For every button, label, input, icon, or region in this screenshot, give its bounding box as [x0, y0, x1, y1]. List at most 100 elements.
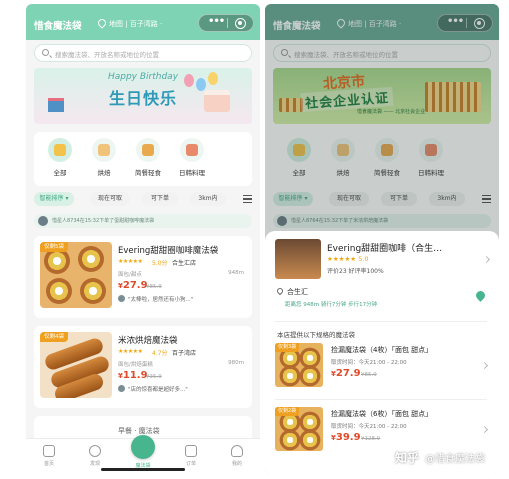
filter-sort[interactable]: 智能排序 ▾ [34, 192, 74, 206]
reviewer-avatar [118, 385, 125, 392]
donut-image [299, 429, 321, 451]
banner-subtitle: Happy Birthday [107, 72, 179, 82]
close-target-icon[interactable] [235, 18, 246, 29]
price-value: 27.9 [122, 280, 148, 291]
watermark-user: @惜食魔法袋 [425, 454, 485, 465]
app-title: 惜食魔法袋 [34, 21, 82, 32]
bottom-tab-bar: 首页 发现 魔法袋 订单 我的 [26, 435, 260, 474]
star-glyphs: ★★★★★ [327, 255, 357, 263]
home-indicator [101, 468, 185, 471]
capsule-divider [227, 18, 228, 28]
review-snippet: "店的惊喜都是超好多..." [118, 385, 188, 393]
shop-category: 面包/甜点 [118, 272, 142, 278]
home-screen: 惜食魔法袋 地图 | 百子湾路 · ••• 搜索魔法袋、开放名称或地位的位置 H… [26, 4, 260, 474]
gift-icon [48, 98, 64, 112]
price: ¥11.9 [118, 370, 148, 381]
magic-bag-icon [131, 435, 155, 459]
search-icon [42, 49, 49, 56]
shop-card[interactable]: 仅剩5袋 Evering甜甜圈咖啡魔法袋 ★★★★★ 5.0分 合生汇店 面包/… [34, 236, 252, 318]
divider [275, 399, 487, 400]
bag-name: 捡漏魔法袋（6枚）「面包 甜点」 [331, 410, 433, 418]
filter-available-now[interactable]: 现在可取 [90, 192, 130, 206]
donut-image [299, 365, 321, 387]
rating-score: 5.0分 [152, 260, 168, 267]
shop-area: 合生汇店 [172, 260, 197, 267]
shop-name: Evering甜甜圈咖啡魔法袋 [118, 246, 219, 256]
shop-photo [275, 239, 321, 279]
more-button[interactable]: ••• [208, 16, 225, 27]
gear-icon [89, 445, 101, 457]
category-bakery[interactable]: 烘焙 [84, 138, 124, 177]
price: ¥27.9 [331, 368, 361, 379]
shop-address[interactable]: 合生汇 [275, 286, 308, 297]
chevron-right-icon [480, 361, 489, 370]
birthday-banner[interactable]: Happy Birthday 生日快乐 [34, 68, 252, 124]
filter-orderable[interactable]: 可下单 [142, 192, 178, 206]
location-selector[interactable]: 地图 | 百子湾路 · [96, 17, 162, 29]
shop-name: Evering甜甜圈咖啡（合生… [327, 244, 443, 254]
header: 惜食魔法袋 地图 | 百子湾路 · ••• [26, 4, 260, 40]
pickup-time: 取货时间：今天21:00 - 22:00 [331, 360, 407, 366]
avatar [38, 216, 48, 226]
chevron-right-icon[interactable] [482, 255, 491, 264]
shop-name: 米浓烘焙魔法袋 [118, 336, 178, 346]
menu-icon[interactable] [243, 195, 252, 203]
tab-discover[interactable]: 发现 [80, 445, 110, 467]
tab-magic-bag[interactable]: 魔法袋 [128, 435, 158, 469]
category-bar: 全部 烘焙 简餐轻食 日韩料理 [34, 132, 252, 186]
bag-icon [48, 138, 72, 162]
bowl-icon [136, 138, 160, 162]
balloon-icon [208, 72, 218, 85]
balloon-icon [196, 78, 206, 91]
category-all[interactable]: 全部 [40, 138, 80, 177]
stock-badge: 仅剩5袋 [40, 242, 68, 252]
watermark: 知乎 @惜食魔法袋 [395, 449, 485, 466]
address-text: 合生汇 [287, 288, 308, 296]
shop-card[interactable]: 仅剩4袋 米浓烘焙魔法袋 ★★★★★ 4.7分 百子湾店 面包/烘焙蛋糕 980… [34, 326, 252, 408]
shop-distance: 948m [228, 270, 244, 276]
balloon-icon [184, 74, 194, 87]
cake-icon [204, 90, 230, 112]
price-value: 27.9 [335, 368, 361, 379]
location-pin-icon [275, 286, 285, 296]
reviewer-avatar [118, 295, 125, 302]
stock-badge: 仅剩3袋 [275, 343, 300, 352]
shop-area: 百子湾店 [172, 350, 197, 357]
search-input[interactable]: 搜索魔法袋、开放名称或地位的位置 [34, 44, 252, 62]
category-label: 烘焙 [97, 169, 111, 177]
filter-bar: 智能排序 ▾ 现在可取 可下单 3km内 [32, 192, 254, 208]
profile-icon [231, 445, 243, 457]
donut-image [46, 278, 72, 304]
review-text: "店的惊喜都是超好多..." [128, 387, 188, 393]
tab-home[interactable]: 首页 [34, 445, 64, 467]
location-pin-icon [96, 17, 108, 29]
watermark-site: 知乎 [394, 451, 419, 465]
original-price: ¥128.9 [361, 436, 381, 442]
donut-image [279, 429, 301, 451]
shop-distance: 980m [228, 360, 244, 366]
category-label: 全部 [53, 169, 67, 177]
category-japanese-korean[interactable]: 日韩料理 [172, 138, 212, 177]
category-light-meal[interactable]: 简餐轻食 [128, 138, 168, 177]
original-price: ¥35.9 [146, 374, 162, 380]
section-title: 本店提供以下规格的魔法袋 [277, 331, 355, 339]
divider [275, 321, 487, 322]
home-icon [43, 445, 55, 457]
tab-label: 发现 [89, 461, 100, 467]
tab-profile[interactable]: 我的 [222, 445, 252, 467]
shop-category: 面包/烘焙蛋糕 [118, 362, 153, 368]
notice-text: 惜星人8734在15:32下单了蛋甜甜咖啡魔法袋 [52, 218, 155, 224]
price-value: 39.9 [335, 432, 361, 443]
tab-orders[interactable]: 订单 [176, 445, 206, 467]
price: ¥27.9 [118, 280, 148, 291]
review-stats: 评价23 好评率100% [327, 268, 384, 275]
tab-label: 订单 [185, 461, 196, 467]
donut-image [279, 365, 301, 387]
search-placeholder: 搜索魔法袋、开放名称或地位的位置 [55, 51, 159, 59]
filter-distance[interactable]: 3km内 [190, 192, 226, 206]
pickup-time: 取货时间：今天21:00 - 22:00 [331, 424, 407, 430]
order-icon [185, 445, 197, 457]
sushi-icon [180, 138, 204, 162]
navigate-icon[interactable] [474, 289, 487, 302]
magic-bag-option[interactable]: 仅剩3袋 捡漏魔法袋（4枚）「面包 甜点」 取货时间：今天21:00 - 22:… [275, 343, 489, 393]
